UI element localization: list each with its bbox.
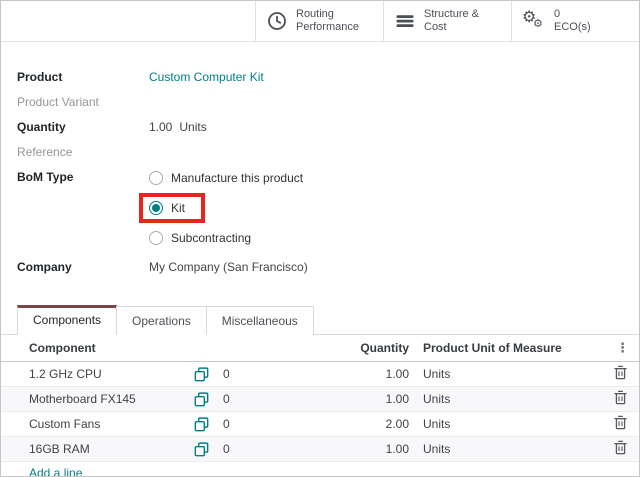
component-row[interactable]: Motherboard FX145 0 1.00 Units xyxy=(1,387,639,412)
related-count: 0 xyxy=(223,417,230,431)
uom-cell[interactable]: Units xyxy=(423,442,601,456)
copy-icon[interactable] xyxy=(194,392,209,407)
bom-type-label: BoM Type xyxy=(17,170,149,185)
company-label: Company xyxy=(17,260,149,275)
column-options-kebab-icon[interactable]: ⋮ xyxy=(601,340,639,356)
product-variant-label: Product Variant xyxy=(17,95,149,110)
eco-count-button[interactable]: ⚙ ⚙ 0 ECO(s) xyxy=(511,1,639,41)
reference-label: Reference xyxy=(17,145,149,160)
bom-form-window: Routing Performance Structure & Cost ⚙ ⚙ xyxy=(0,0,640,477)
delete-row-icon[interactable] xyxy=(614,390,627,405)
component-row[interactable]: 16GB RAM 0 1.00 Units xyxy=(1,437,639,462)
structure-icon xyxy=(395,11,415,31)
component-name-cell[interactable]: Custom Fans xyxy=(29,417,194,431)
component-name-cell[interactable]: 16GB RAM xyxy=(29,442,194,456)
field-quantity: Quantity 1.00 Units xyxy=(17,120,623,135)
add-line-row: Add a line xyxy=(1,462,639,477)
component-name-cell[interactable]: 1.2 GHz CPU xyxy=(29,367,194,381)
quantity-cell[interactable]: 2.00 xyxy=(304,417,409,431)
company-value[interactable]: My Company (San Francisco) xyxy=(149,260,308,275)
delete-row-icon[interactable] xyxy=(614,415,627,430)
copy-icon[interactable] xyxy=(194,442,209,457)
uom-cell[interactable]: Units xyxy=(423,367,601,381)
radio-button-icon[interactable] xyxy=(149,231,163,245)
field-bom-type: BoM Type Manufacture this product Kit Su… xyxy=(17,170,623,246)
radio-subcontracting[interactable]: Subcontracting xyxy=(149,230,251,246)
tab-components[interactable]: Components xyxy=(17,305,117,335)
quantity-cell[interactable]: 1.00 xyxy=(304,392,409,406)
product-value-link[interactable]: Custom Computer Kit xyxy=(149,70,264,85)
copy-icon[interactable] xyxy=(194,417,209,432)
bom-type-options: Manufacture this product Kit Subcontract… xyxy=(149,170,303,246)
copy-icon[interactable] xyxy=(194,367,209,382)
field-company: Company My Company (San Francisco) xyxy=(17,260,623,275)
radio-kit[interactable]: Kit xyxy=(149,200,185,216)
component-name-cell[interactable]: Motherboard FX145 xyxy=(29,392,194,406)
delete-row-icon[interactable] xyxy=(614,440,627,455)
tab-operations[interactable]: Operations xyxy=(116,306,207,335)
quantity-uom[interactable]: Units xyxy=(179,120,206,135)
stat-button-bar: Routing Performance Structure & Cost ⚙ ⚙ xyxy=(1,1,639,42)
product-label: Product xyxy=(17,70,149,85)
quantity-label: Quantity xyxy=(17,120,149,135)
related-count: 0 xyxy=(223,392,230,406)
routing-performance-button[interactable]: Routing Performance xyxy=(255,1,383,41)
radio-manufacture[interactable]: Manufacture this product xyxy=(149,170,303,186)
header-uom[interactable]: Product Unit of Measure xyxy=(423,341,601,355)
uom-cell[interactable]: Units xyxy=(423,417,601,431)
header-component[interactable]: Component xyxy=(29,341,194,355)
stat-button-label: Structure & Cost xyxy=(424,8,479,34)
related-count: 0 xyxy=(223,367,230,381)
add-a-line-link[interactable]: Add a line xyxy=(29,466,82,477)
related-count: 0 xyxy=(223,442,230,456)
structure-cost-button[interactable]: Structure & Cost xyxy=(383,1,511,41)
component-row[interactable]: 1.2 GHz CPU 0 1.00 Units xyxy=(1,362,639,387)
tab-miscellaneous[interactable]: Miscellaneous xyxy=(206,306,314,335)
uom-cell[interactable]: Units xyxy=(423,392,601,406)
gears-icon: ⚙ ⚙ xyxy=(523,10,545,32)
component-row[interactable]: Custom Fans 0 2.00 Units xyxy=(1,412,639,437)
bom-form-sheet: Product Custom Computer Kit Product Vari… xyxy=(1,42,639,285)
quantity-value[interactable]: 1.00 xyxy=(149,120,172,135)
components-table-header: Component Quantity Product Unit of Measu… xyxy=(1,335,639,362)
field-reference: Reference xyxy=(17,145,623,160)
radio-button-icon[interactable] xyxy=(149,171,163,185)
header-quantity[interactable]: Quantity xyxy=(304,341,409,355)
delete-row-icon[interactable] xyxy=(614,365,627,380)
components-table: Component Quantity Product Unit of Measu… xyxy=(1,335,639,477)
field-product-variant: Product Variant xyxy=(17,95,623,110)
quantity-cell[interactable]: 1.00 xyxy=(304,442,409,456)
radio-button-selected-icon[interactable] xyxy=(149,201,163,215)
stat-button-label: 0 ECO(s) xyxy=(554,8,591,34)
field-product: Product Custom Computer Kit xyxy=(17,70,623,85)
quantity-cell[interactable]: 1.00 xyxy=(304,367,409,381)
stat-button-label: Routing Performance xyxy=(296,8,359,34)
clock-icon xyxy=(267,11,287,31)
notebook-tabs: Components Operations Miscellaneous xyxy=(1,305,639,335)
kit-highlight-box: Kit xyxy=(139,193,205,223)
